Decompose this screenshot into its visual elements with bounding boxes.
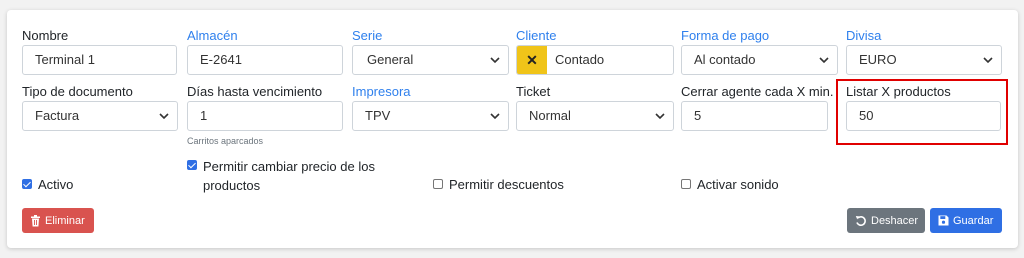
divisa-value: EURO [859, 52, 897, 67]
carritos-aparcados-hint: Carritos aparcados [187, 136, 264, 146]
ticket-value: Normal [529, 108, 571, 123]
save-icon [938, 215, 949, 226]
tipo-documento-select[interactable]: Factura [22, 101, 178, 131]
trash-icon [30, 214, 41, 227]
tipo-documento-label: Tipo de documento [22, 84, 133, 99]
cambiar-precio-checkbox[interactable]: Permitir cambiar precio de los productos [187, 157, 375, 195]
guardar-button[interactable]: Guardar [930, 208, 1002, 233]
clear-client-button[interactable]: ✕ [517, 46, 547, 74]
almacen-input[interactable]: E-2641 [187, 45, 343, 75]
checkbox-checked-icon[interactable] [22, 179, 32, 189]
nombre-input[interactable]: Terminal 1 [22, 45, 177, 75]
chevron-down-icon [490, 111, 500, 121]
deshacer-label: Deshacer [871, 214, 919, 227]
chevron-down-icon [159, 111, 169, 121]
almacen-label[interactable]: Almacén [187, 28, 238, 44]
undo-icon [855, 215, 867, 227]
activo-checkbox[interactable]: Activo [22, 176, 73, 193]
chevron-down-icon [983, 55, 993, 65]
checkbox-unchecked-icon[interactable] [681, 179, 691, 189]
cambiar-precio-label: Permitir cambiar precio de los productos [203, 157, 375, 195]
chevron-down-icon [490, 55, 500, 65]
cerrar-agente-label: Cerrar agente cada X min. [681, 84, 834, 99]
forma-pago-select[interactable]: Al contado [681, 45, 838, 75]
chevron-down-icon [819, 55, 829, 65]
eliminar-button[interactable]: Eliminar [22, 208, 94, 233]
divisa-label[interactable]: Divisa [846, 28, 881, 44]
divisa-select[interactable]: EURO [846, 45, 1002, 75]
checkbox-checked-icon[interactable] [187, 160, 197, 170]
checkbox-unchecked-icon[interactable] [433, 179, 443, 189]
highlight-box [836, 79, 1008, 145]
descuentos-label: Permitir descuentos [449, 177, 564, 192]
cliente-field: ✕ Contado [516, 45, 674, 75]
dias-vencimiento-input[interactable]: 1 [187, 101, 343, 131]
nombre-label: Nombre [22, 28, 69, 43]
cambiar-precio-label-line1: Permitir cambiar precio de los [203, 159, 375, 174]
x-icon: ✕ [526, 51, 538, 68]
dias-vencimiento-label: Días hasta vencimiento [187, 84, 323, 99]
cerrar-agente-input[interactable]: 5 [681, 101, 828, 131]
eliminar-label: Eliminar [45, 214, 85, 227]
guardar-label: Guardar [953, 214, 994, 227]
ticket-select[interactable]: Normal [516, 101, 674, 131]
cliente-value[interactable]: Contado [555, 46, 604, 74]
forma-pago-label[interactable]: Forma de pago [681, 28, 769, 44]
descuentos-checkbox[interactable]: Permitir descuentos [433, 176, 564, 193]
chevron-down-icon [655, 111, 665, 121]
impresora-value: TPV [365, 108, 391, 123]
cliente-label[interactable]: Cliente [516, 28, 556, 44]
serie-select[interactable]: General [352, 45, 509, 75]
sonido-label: Activar sonido [697, 177, 779, 192]
cambiar-precio-label-line2: productos [203, 178, 261, 193]
serie-value: General [367, 52, 414, 67]
sonido-checkbox[interactable]: Activar sonido [681, 176, 779, 193]
deshacer-button[interactable]: Deshacer [847, 208, 925, 233]
impresora-select[interactable]: TPV [352, 101, 509, 131]
impresora-label[interactable]: Impresora [352, 84, 411, 100]
forma-pago-value: Al contado [694, 52, 756, 67]
ticket-label: Ticket [516, 84, 551, 99]
serie-label[interactable]: Serie [352, 28, 382, 44]
activo-label: Activo [38, 177, 74, 192]
tipo-documento-value: Factura [35, 108, 80, 123]
